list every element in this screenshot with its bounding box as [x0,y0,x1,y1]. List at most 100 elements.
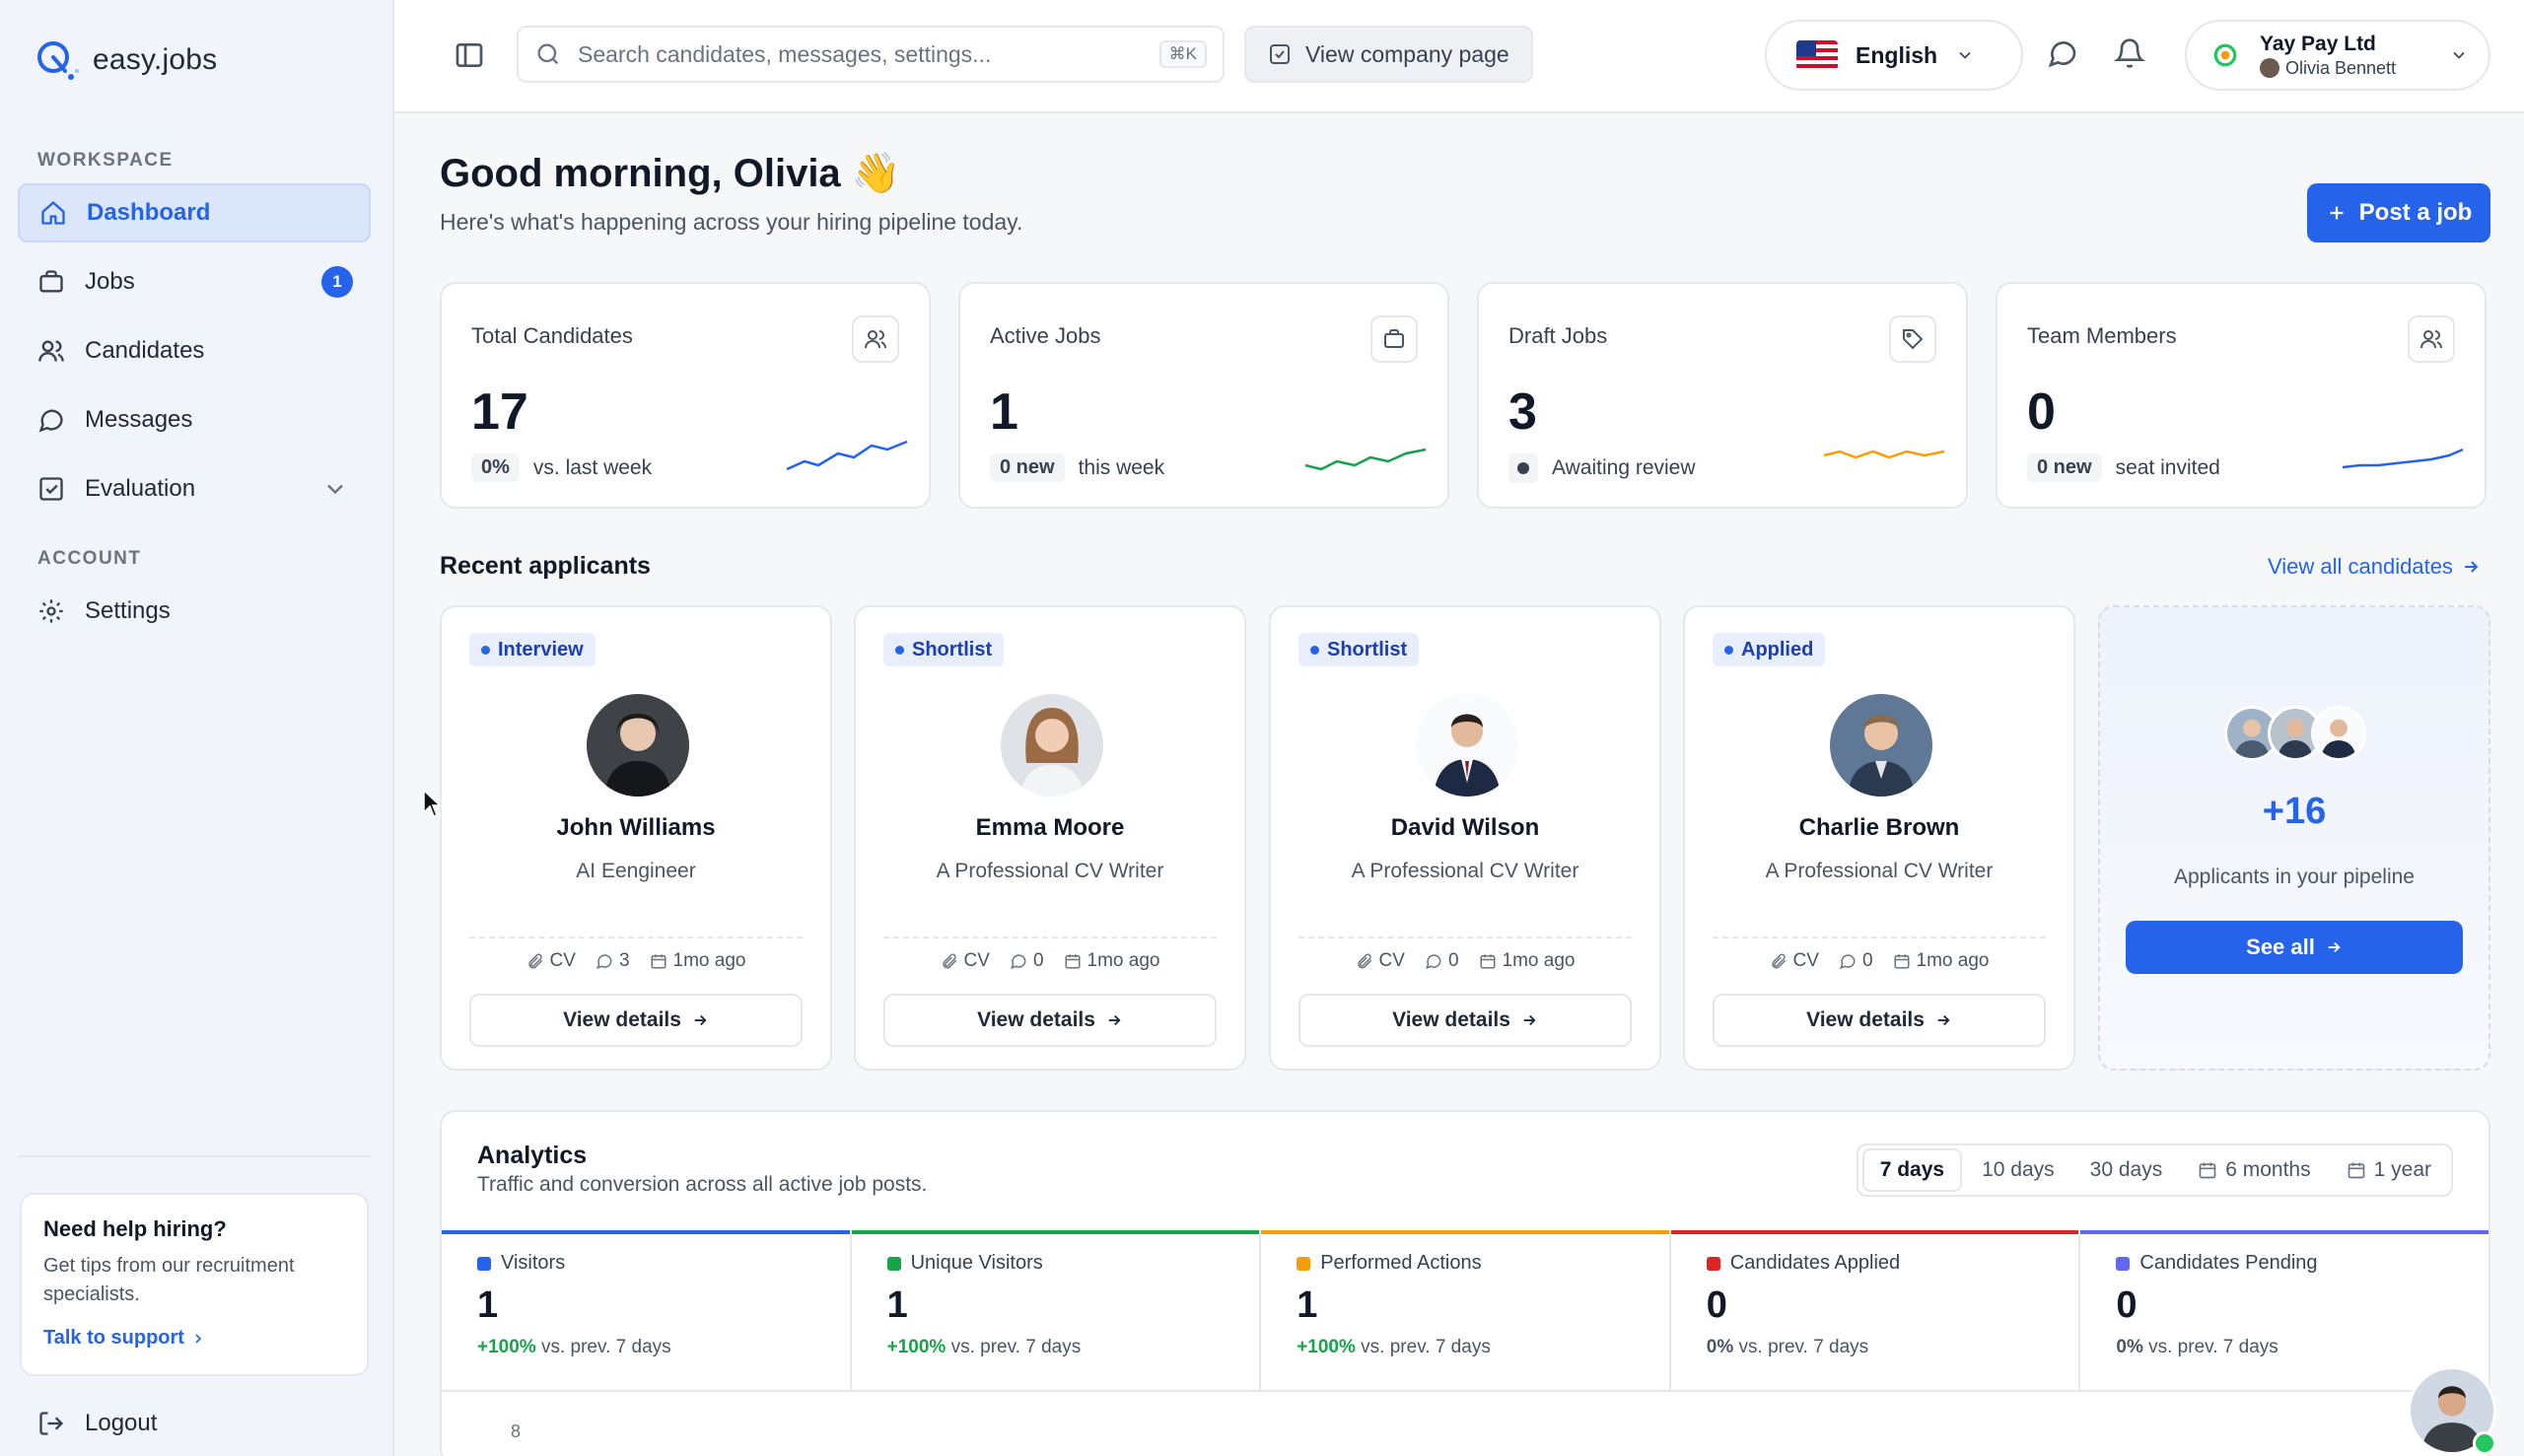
stat-card-draft-jobs[interactable]: Draft Jobs 3 Awaiting review [1477,282,1968,509]
easyjobs-logo-icon [37,41,79,80]
comment-count: 0 [1447,950,1459,971]
stat-value: 17 [471,383,528,441]
post-job-button[interactable]: Post a job [2307,183,2490,243]
metric-delta-value: +100% [886,1337,946,1357]
stat-card-team-members[interactable]: Team Members 0 0 new seat invited [1996,282,2487,509]
help-card: Need help hiring? Get tips from our recr… [20,1193,369,1376]
stacked-avatar [2311,706,2366,761]
paperclip-icon [1357,953,1371,969]
status-badge: Interview [469,633,596,666]
company-name: Yay Pay Ltd [2260,32,2376,55]
stat-note: Awaiting review [1552,456,1696,479]
range-10-days[interactable]: 10 days [1966,1148,2070,1192]
view-details-button[interactable]: View details [1298,994,1632,1047]
sidebar-divider [18,1155,371,1157]
view-all-candidates-link[interactable]: View all candidates [2268,554,2481,580]
metric-delta-value: +100% [477,1337,536,1357]
metric-value: 0 [2116,1284,2138,1326]
sparkline [2342,448,2464,469]
logout-button[interactable]: Logout [18,1394,157,1453]
metric-label-text: Unique Visitors [910,1252,1043,1274]
users-icon [2420,330,2442,349]
metric-delta-value: +100% [1297,1337,1356,1357]
view-details-label: View details [563,1008,681,1031]
range-label: 7 days [1879,1158,1945,1181]
metric-visitors[interactable]: Visitors 1 +100% vs. prev. 7 days [442,1230,852,1390]
account-label: ACCOUNT [37,548,142,569]
metric-delta-value: 0% [1706,1337,1734,1357]
stat-title: Draft Jobs [1508,323,1608,348]
sidebar-item-label: Candidates [85,337,205,364]
see-all-button[interactable]: See all [2126,921,2463,974]
metric-value: 0 [1706,1284,1727,1326]
logo[interactable]: easy.jobs [34,37,217,83]
sidebar-item-label: Messages [85,406,193,433]
metric-label: Candidates Pending [2116,1252,2453,1275]
sidebar-item-label: Jobs [85,268,135,295]
metric-performed-actions[interactable]: Performed Actions 1 +100% vs. prev. 7 da… [1261,1230,1671,1390]
sidebar-item-label: Evaluation [85,475,196,502]
range-label: 1 year [2373,1158,2431,1181]
metric-unique-visitors[interactable]: Unique Visitors 1 +100% vs. prev. 7 days [851,1230,1262,1390]
status-label: Shortlist [1327,638,1408,660]
language-selector[interactable]: English [1765,20,2023,91]
view-company-page-button[interactable]: View company page [1244,26,1533,83]
metric-label: Performed Actions [1297,1252,1634,1275]
chart-y-tick: 8 [511,1421,522,1441]
status-badge: Shortlist [883,633,1005,666]
sidebar-item-dashboard[interactable]: Dashboard [18,183,371,243]
arrow-right-icon [694,1014,707,1026]
stat-card-total-candidates[interactable]: Total Candidates 17 0% vs. last week [440,282,931,509]
chevron-down-icon [2453,51,2465,59]
comment-icon [1010,954,1026,970]
search-shortcut: ⌘K [1158,40,1207,68]
comment-icon [1425,954,1441,970]
cv-label[interactable]: CV [964,950,990,972]
search-icon [537,43,559,65]
sidebar-item-jobs[interactable]: Jobs 1 [18,252,371,312]
logout-icon [39,1412,64,1435]
calendar-icon [2348,1162,2364,1179]
sidebar-item-candidates[interactable]: Candidates [18,321,371,381]
range-7-days[interactable]: 7 days [1861,1148,1963,1192]
stat-title: Active Jobs [990,323,1101,348]
metric-candidates-pending[interactable]: Candidates Pending 0 0% vs. prev. 7 days [2080,1230,2489,1390]
sparkline [1304,448,1427,471]
stat-card-active-jobs[interactable]: Active Jobs 1 0 new this week [958,282,1449,509]
range-6-months[interactable]: 6 months [2182,1148,2326,1192]
range-label: 30 days [2089,1158,2163,1181]
range-1-year[interactable]: 1 year [2331,1148,2447,1192]
view-details-button[interactable]: View details [469,994,803,1047]
cv-label[interactable]: CV [1793,950,1819,972]
range-30-days[interactable]: 30 days [2074,1148,2179,1192]
sidebar-toggle-icon[interactable] [454,39,485,71]
more-applicants-count: +16 [2262,791,2327,832]
view-details-button[interactable]: View details [1713,994,2046,1047]
search-input[interactable] [578,40,1144,68]
stat-value: 0 [2027,383,2056,441]
candidate-card[interactable]: Interview John Williams AI Eengineer CV … [440,605,832,1071]
messages-icon[interactable] [2047,37,2078,69]
metric-label: Unique Visitors [886,1252,1225,1275]
talk-to-support-link[interactable]: Talk to support [43,1327,345,1350]
cv-label[interactable]: CV [550,950,576,972]
candidate-role: A Professional CV Writer [1765,860,1994,882]
view-details-button[interactable]: View details [883,994,1217,1047]
candidate-card[interactable]: Shortlist David Wilson A Professional CV… [1269,605,1661,1071]
analytics-title: Analytics [477,1142,588,1169]
chevron-down-icon[interactable] [321,475,349,503]
user-name: Olivia Bennett [2285,57,2397,78]
home-icon [41,201,65,225]
sidebar-item-evaluation[interactable]: Evaluation [18,459,371,519]
bell-icon[interactable] [2114,37,2145,69]
candidate-card[interactable]: Applied Charlie Brown A Professional CV … [1683,605,2075,1071]
candidate-card[interactable]: Shortlist Emma Moore A Professional CV W… [854,605,1246,1071]
metric-candidates-applied[interactable]: Candidates Applied 0 0% vs. prev. 7 days [1670,1230,2081,1390]
sidebar-item-settings[interactable]: Settings [18,582,371,641]
cv-label[interactable]: CV [1379,950,1405,972]
view-company-label: View company page [1305,40,1509,67]
search-bar[interactable]: ⌘K [517,26,1225,83]
us-flag-icon [1796,40,1838,70]
account-menu[interactable]: Yay Pay Ltd Olivia Bennett [2185,20,2490,91]
sidebar-item-messages[interactable]: Messages [18,390,371,450]
